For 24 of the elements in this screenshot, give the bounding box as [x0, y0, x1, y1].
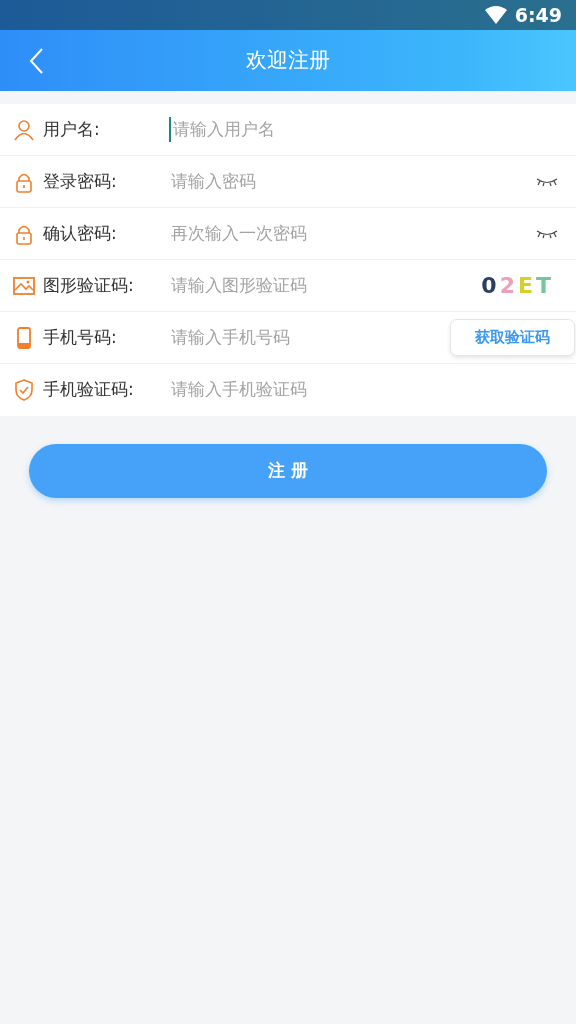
field-label: 图形验证码:: [43, 273, 135, 297]
eye-closed-icon[interactable]: [536, 176, 558, 187]
register-button[interactable]: 注 册: [29, 444, 547, 498]
field-label: 确认密码:: [43, 221, 118, 245]
page-title: 欢迎注册: [246, 46, 330, 74]
eye-closed-icon[interactable]: [536, 228, 558, 239]
image-icon: [13, 274, 35, 297]
input-field[interactable]: 请输入手机验证码: [169, 377, 429, 403]
input-field[interactable]: 请输入手机号码: [169, 324, 429, 351]
status-time: 6:49: [514, 2, 562, 28]
user-icon: [13, 118, 35, 141]
field-label: 登录密码:: [43, 169, 118, 193]
input-field[interactable]: 再次输入一次密码: [169, 220, 429, 247]
captcha-image[interactable]: 0 2 ET: [481, 269, 554, 302]
input-field[interactable]: 请输入图形验证码: [169, 272, 429, 299]
field-label: 用户名:: [43, 117, 101, 141]
field-label: 手机号码:: [43, 325, 118, 349]
shield-check-icon: [13, 379, 35, 401]
back-icon[interactable]: [28, 47, 44, 75]
get-code-button[interactable]: 获取验证码: [450, 319, 575, 356]
field-label: 手机验证码:: [43, 378, 135, 402]
wifi-icon: [484, 6, 507, 24]
input-field[interactable]: 请输入用户名: [169, 116, 429, 143]
input-field[interactable]: 请输入密码: [169, 168, 429, 195]
